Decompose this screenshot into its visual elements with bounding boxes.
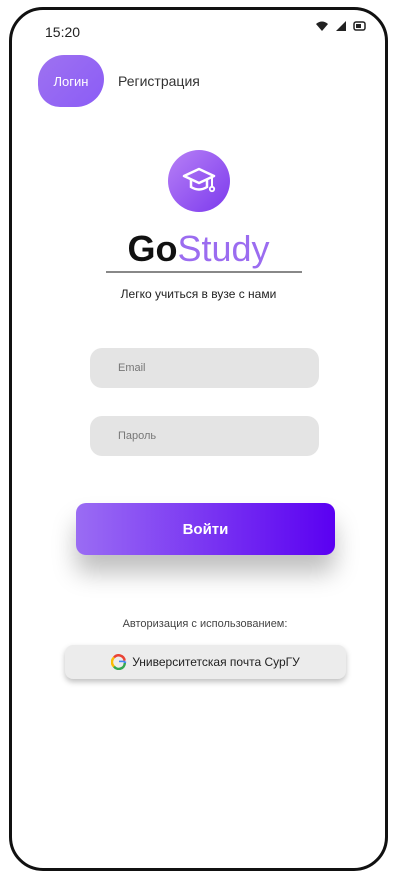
email-field[interactable] (90, 348, 319, 388)
wifi-icon (316, 21, 328, 31)
brand-go: Go (127, 228, 178, 269)
login-button[interactable]: Войти (76, 503, 335, 555)
status-icons (315, 20, 367, 32)
brand-study: Study (177, 228, 270, 269)
graduation-cap-icon (182, 167, 216, 193)
tab-register[interactable]: Регистрация (118, 73, 200, 89)
google-button-label: Университетская почта СурГУ (132, 655, 300, 669)
app-logo (168, 150, 230, 212)
auth-label: Авторизация с использованием: (122, 618, 288, 630)
battery-icon (353, 21, 366, 31)
tab-login[interactable]: Логин (38, 55, 104, 107)
brand-divider (106, 271, 302, 273)
password-field[interactable] (90, 416, 319, 456)
tagline: Легко учиться в вузе с нами (120, 287, 277, 301)
auth-tabs: Логин Регистрация (38, 55, 200, 107)
signal-icon (336, 21, 346, 31)
status-time: 15:20 (45, 24, 81, 40)
google-icon (111, 654, 127, 670)
google-signin-button[interactable]: Университетская почта СурГУ (65, 645, 346, 679)
brand-name: GoStudy (0, 228, 397, 270)
